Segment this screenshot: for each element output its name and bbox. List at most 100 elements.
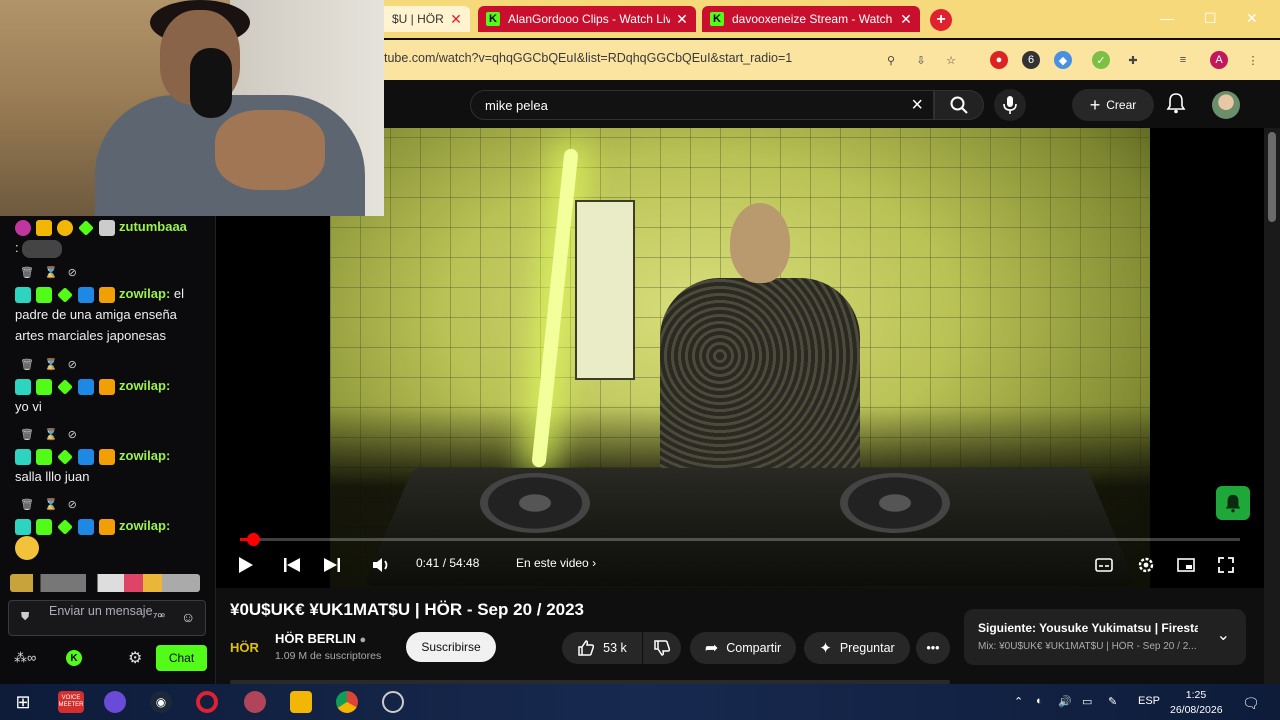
- extension-icon[interactable]: 6: [1022, 51, 1040, 69]
- channel-name[interactable]: HÖR BERLIN ●: [275, 631, 366, 646]
- app-icon[interactable]: [104, 691, 126, 713]
- chat-username[interactable]: zutumbaaa: [119, 219, 187, 234]
- time-display: 0:41 / 54:48: [416, 556, 480, 570]
- chevron-down-icon[interactable]: ⌄: [1217, 625, 1230, 645]
- mod-actions[interactable]: 🗑⌛⊘: [20, 428, 87, 441]
- channel-logo[interactable]: HÖR: [230, 632, 264, 662]
- more-actions-button[interactable]: •••: [916, 632, 950, 664]
- search-input[interactable]: mike pelea: [485, 98, 548, 113]
- pen-icon[interactable]: ✎: [1108, 695, 1117, 708]
- mod-actions[interactable]: 🗑⌛⊘: [20, 358, 87, 371]
- extensions-puzzle-icon[interactable]: ✚: [1124, 51, 1142, 69]
- miniplayer-button[interactable]: [1174, 553, 1198, 577]
- next-button[interactable]: [320, 553, 344, 577]
- notification-center-icon[interactable]: 🗨: [1242, 695, 1260, 712]
- chat-username[interactable]: zowilap:: [119, 378, 170, 393]
- microphone-icon: [1003, 96, 1017, 114]
- close-window-icon[interactable]: ✕: [1246, 10, 1258, 27]
- search-button[interactable]: [934, 90, 984, 120]
- scrollbar-thumb[interactable]: [1268, 132, 1276, 222]
- users-icon[interactable]: ⁂∞: [14, 650, 36, 666]
- zoom-icon[interactable]: ⚲: [882, 51, 900, 69]
- chat-send-button[interactable]: Chat: [156, 645, 207, 671]
- emote-picker-icon[interactable]: ⁷ꟹ: [153, 610, 165, 624]
- subscribe-button[interactable]: Suscribirse: [406, 632, 496, 662]
- chrome-icon[interactable]: [336, 691, 358, 713]
- tab-youtube[interactable]: $U | HÖR - ✕: [384, 6, 470, 32]
- chat-input-box[interactable]: ⛊ Enviar un mensaje ⁷ꟹ ☺: [8, 600, 206, 636]
- network-icon[interactable]: ▭: [1082, 695, 1092, 708]
- like-count: 53 k: [603, 641, 627, 655]
- subscribe-bell-overlay[interactable]: [1216, 486, 1250, 520]
- install-icon[interactable]: ⇩: [912, 51, 930, 69]
- emote-strip: [10, 574, 200, 592]
- progress-scrubber[interactable]: [246, 533, 260, 546]
- bookmark-star-icon[interactable]: ☆: [942, 51, 960, 69]
- like-button[interactable]: 53 k: [562, 632, 642, 664]
- previous-button[interactable]: [280, 553, 304, 577]
- kick-icon: K: [486, 12, 500, 26]
- clear-search-icon[interactable]: ×: [911, 94, 923, 117]
- webcam-microphone: [190, 48, 232, 118]
- smiley-icon[interactable]: ☺: [181, 609, 195, 625]
- tab-alangordooo[interactable]: K AlanGordooo Clips - Watch Live ✕: [478, 6, 696, 32]
- avatar[interactable]: [1212, 91, 1240, 119]
- video-title: ¥0U$UK€ ¥UK1MAT$U | HÖR - Sep 20 / 2023: [230, 600, 585, 619]
- create-button[interactable]: + Crear: [1072, 89, 1154, 121]
- chat-username[interactable]: zowilap:: [119, 286, 170, 301]
- ask-button[interactable]: ✦ Preguntar: [804, 632, 910, 664]
- mod-actions[interactable]: 🗑⌛⊘: [20, 266, 87, 279]
- mod-actions[interactable]: 🗑⌛⊘: [20, 498, 87, 511]
- notifications-button[interactable]: [1166, 92, 1186, 119]
- opera-icon[interactable]: [196, 691, 218, 713]
- share-button[interactable]: ➦ Compartir: [690, 632, 796, 664]
- extension-icon[interactable]: ✓: [1092, 51, 1110, 69]
- adblock-extension-icon[interactable]: ●: [990, 51, 1008, 69]
- next-icon: [324, 558, 340, 572]
- settings-button[interactable]: [1134, 553, 1158, 577]
- sparkle-icon: ✦: [819, 640, 832, 657]
- windows-start-icon[interactable]: ⊞: [12, 691, 34, 713]
- badge-icon: [36, 448, 52, 465]
- media-control-icon[interactable]: ≡: [1174, 51, 1192, 69]
- dislike-button[interactable]: [643, 632, 681, 664]
- voicemeeter-icon[interactable]: VOICE MEETER: [58, 691, 84, 713]
- app-icon[interactable]: [244, 691, 266, 713]
- maximize-icon[interactable]: ☐: [1204, 10, 1217, 27]
- chat-username[interactable]: zowilap:: [119, 518, 170, 533]
- voice-search-button[interactable]: [994, 89, 1026, 121]
- chat-input[interactable]: Enviar un mensaje: [49, 604, 153, 619]
- chapters-button[interactable]: En este video ›: [516, 556, 596, 570]
- app-icon[interactable]: [382, 691, 404, 713]
- fullscreen-button[interactable]: [1214, 553, 1238, 577]
- kick-icon[interactable]: K: [66, 650, 82, 666]
- subtitles-button[interactable]: [1092, 553, 1116, 577]
- menu-icon[interactable]: ⋮: [1244, 51, 1262, 69]
- new-tab-button[interactable]: +: [930, 9, 952, 31]
- volume-icon[interactable]: 🔊: [1058, 695, 1072, 708]
- close-tab-icon[interactable]: ✕: [450, 11, 462, 28]
- close-tab-icon[interactable]: ✕: [676, 11, 688, 28]
- gear-icon[interactable]: ⚙: [128, 648, 142, 668]
- system-clock[interactable]: 1:25 26/08/2026: [1170, 688, 1223, 718]
- close-tab-icon[interactable]: ✕: [900, 11, 912, 28]
- play-button[interactable]: [234, 553, 258, 577]
- url-field[interactable]: tube.com/watch?v=qhqGGCbQEuI&list=RDqhqG…: [384, 51, 792, 65]
- page-scrollbar[interactable]: [1264, 128, 1280, 684]
- language-indicator[interactable]: ESP: [1138, 695, 1160, 707]
- dj-deck: [363, 467, 1137, 587]
- next-up-card[interactable]: Siguiente: Yousuke Yukimatsu | Firestar.…: [964, 609, 1246, 665]
- profile-icon[interactable]: A: [1210, 51, 1228, 69]
- chevron-up-icon[interactable]: ⌃: [1014, 695, 1023, 708]
- tray-icon[interactable]: ◐: [1036, 695, 1043, 707]
- steam-icon[interactable]: ◉: [150, 691, 172, 713]
- chat-username[interactable]: zowilap:: [119, 448, 170, 463]
- minimize-icon[interactable]: —: [1160, 10, 1174, 26]
- badge-icon: [99, 286, 115, 303]
- search-box[interactable]: mike pelea ×: [470, 90, 934, 120]
- file-explorer-icon[interactable]: [290, 691, 312, 713]
- volume-button[interactable]: [370, 553, 394, 577]
- progress-bar[interactable]: [240, 533, 1240, 546]
- tab-davooxeneize[interactable]: K davooxeneize Stream - Watch ✕: [702, 6, 920, 32]
- extension-icon[interactable]: ◆: [1054, 51, 1072, 69]
